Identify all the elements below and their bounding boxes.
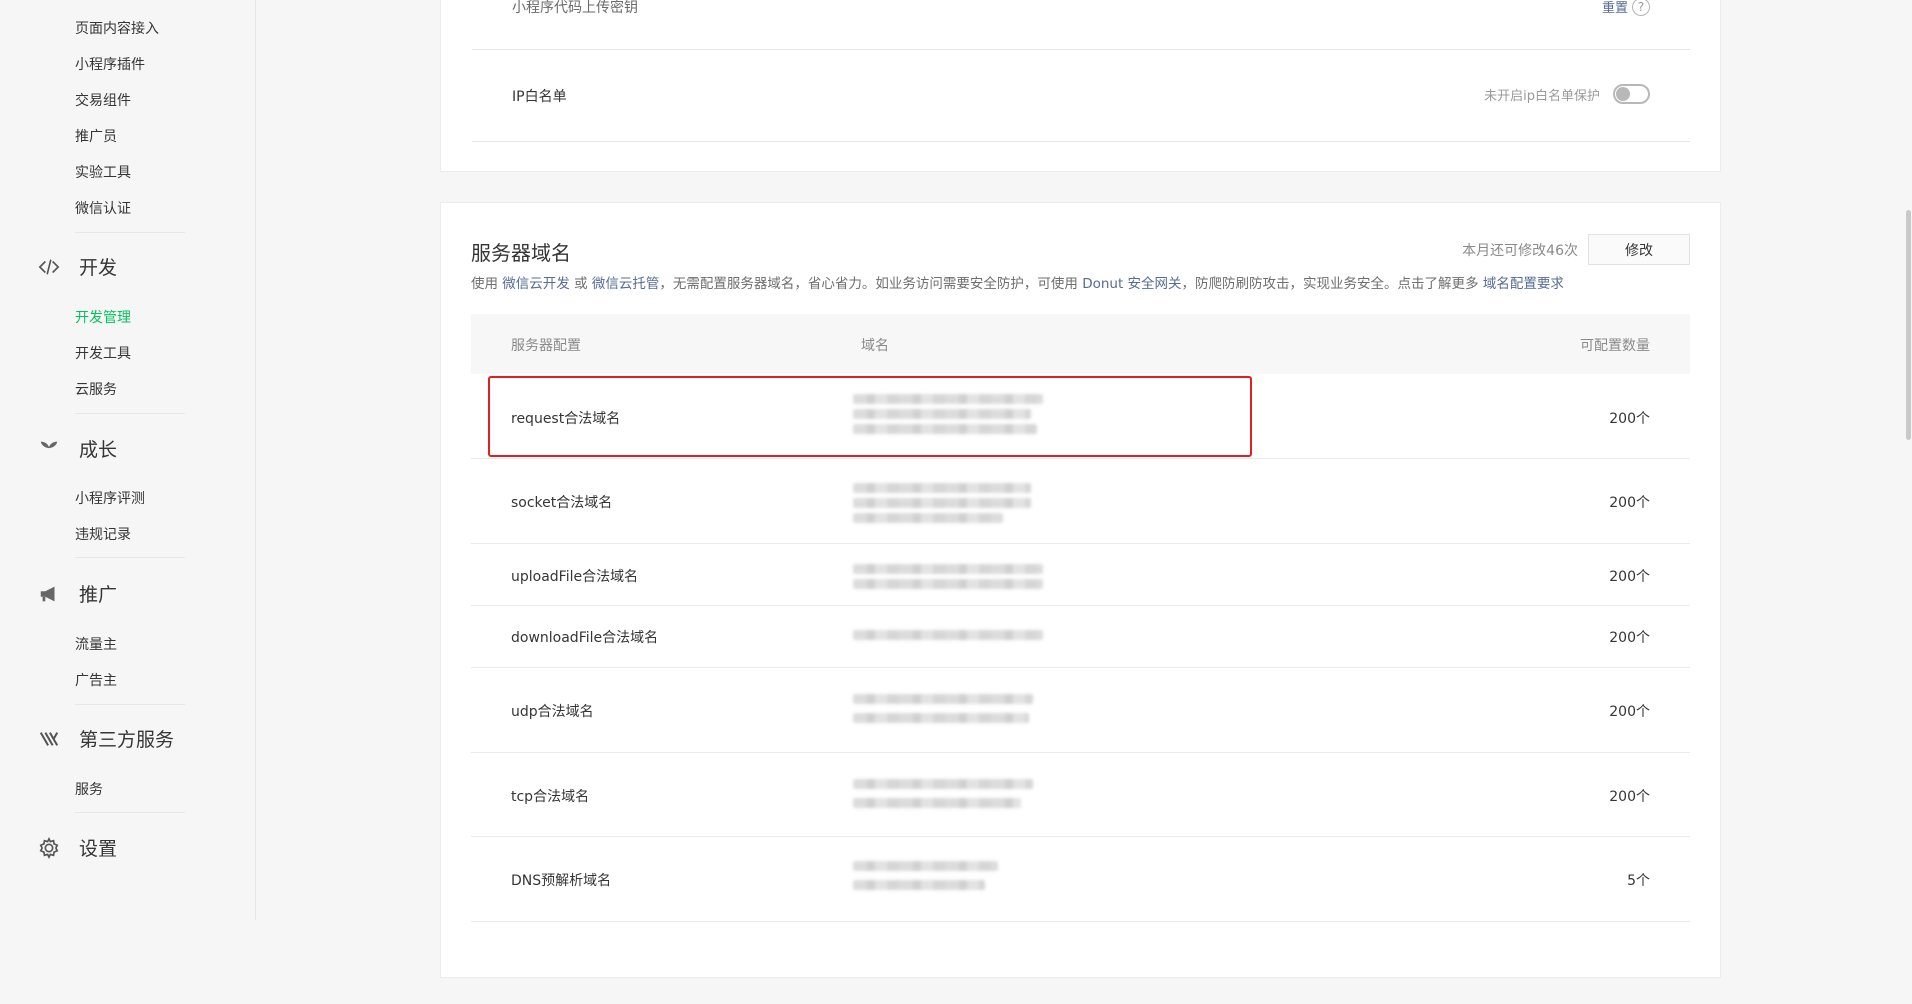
sidebar-item-evaluation[interactable]: 小程序评测 [75, 488, 145, 508]
ip-whitelist-status: 未开启ip白名单保护 [1484, 88, 1600, 104]
upload-key-label: 小程序代码上传密钥 [512, 0, 638, 16]
upload-key-row: 小程序代码上传密钥 重置 ? [472, 0, 1690, 50]
modify-button[interactable]: 修改 [1588, 234, 1690, 265]
column-header-count: 可配置数量 [1580, 338, 1650, 354]
megaphone-icon [36, 581, 62, 607]
ip-whitelist-label: IP白名单 [512, 89, 567, 105]
sidebar-group-growth[interactable]: 成长 [36, 435, 117, 462]
sidebar-group-label: 设置 [79, 838, 118, 860]
upload-key-actions: 重置 ? [1602, 0, 1650, 16]
domain-type: downloadFile合法域名 [511, 630, 659, 646]
donut-gateway-link[interactable]: Donut 安全网关 [1082, 276, 1181, 292]
desc-text: 或 [574, 276, 588, 292]
wechat-cloud-hosting-link[interactable]: 微信云托管 [592, 276, 660, 292]
domain-type: socket合法域名 [511, 495, 613, 511]
sidebar-item-experiment-tools[interactable]: 实验工具 [75, 162, 131, 182]
section-description: 使用 微信云开发 或 微信云托管，无需配置服务器域名，省心省力。如业务访问需要安… [471, 272, 1564, 292]
redacted-domain [853, 779, 1033, 813]
sidebar-item-traffic-owner[interactable]: 流量主 [75, 634, 117, 654]
sidebar-divider [75, 413, 185, 414]
sidebar-item-dev-tools[interactable]: 开发工具 [75, 343, 131, 363]
sidebar-item-services[interactable]: 服务 [75, 779, 103, 799]
reset-key-link[interactable]: 重置 [1602, 0, 1628, 16]
column-header-domain: 域名 [861, 338, 889, 354]
wechat-cloud-dev-link[interactable]: 微信云开发 [502, 276, 570, 292]
scrollbar-thumb[interactable] [1906, 210, 1911, 440]
table-row[interactable]: tcp合法域名 200个 [471, 753, 1690, 837]
domain-count: 200个 [1609, 411, 1650, 427]
sprout-icon [36, 436, 62, 462]
sidebar-group-label: 开发 [79, 257, 118, 279]
sidebar-item-dev-management[interactable]: 开发管理 [75, 307, 131, 327]
sidebar-divider [75, 232, 185, 233]
server-domain-card: 服务器域名 本月还可修改46次 修改 使用 微信云开发 或 微信云托管，无需配置… [440, 202, 1721, 978]
domain-type: udp合法域名 [511, 704, 594, 720]
column-header-config: 服务器配置 [511, 338, 581, 354]
sidebar-group-label: 推广 [79, 584, 118, 606]
ip-whitelist-toggle[interactable] [1613, 84, 1650, 104]
desc-text: ，无需配置服务器域名，省心省力。如业务访问需要安全防护，可使用 [659, 276, 1078, 292]
domain-count: 200个 [1609, 630, 1650, 646]
sidebar-group-promotion[interactable]: 推广 [36, 580, 117, 607]
sidebar-item-trade-components[interactable]: 交易组件 [75, 90, 131, 110]
domain-count: 200个 [1609, 569, 1650, 585]
sidebar-item-advertiser[interactable]: 广告主 [75, 670, 117, 690]
help-icon[interactable]: ? [1632, 0, 1650, 16]
redacted-domain [853, 483, 1031, 528]
redacted-domain [853, 564, 1043, 594]
code-icon [36, 254, 62, 280]
sidebar-group-label: 第三方服务 [79, 729, 175, 751]
sidebar-group-third-party[interactable]: 第三方服务 [36, 725, 174, 752]
redacted-domain [853, 694, 1033, 728]
section-title: 服务器域名 [471, 241, 571, 265]
third-party-icon [36, 726, 62, 752]
sidebar-divider [75, 704, 185, 705]
domain-type: tcp合法域名 [511, 789, 590, 805]
domain-type: request合法域名 [511, 411, 621, 427]
table-row[interactable]: uploadFile合法域名 200个 [471, 544, 1690, 606]
desc-text: ，防爬防刷防攻击，实现业务安全。点击了解更多 [1181, 276, 1479, 292]
sidebar-group-dev[interactable]: 开发 [36, 253, 117, 280]
sidebar-divider [75, 812, 185, 813]
table-row[interactable]: downloadFile合法域名 200个 [471, 606, 1690, 668]
ip-whitelist-row: IP白名单 未开启ip白名单保护 [472, 50, 1690, 142]
sidebar-divider [75, 557, 185, 558]
settings-card: 小程序代码上传密钥 重置 ? IP白名单 未开启ip白名单保护 [440, 0, 1721, 172]
table-row[interactable]: request合法域名 200个 [471, 374, 1690, 459]
sidebar-group-label: 成长 [79, 439, 118, 461]
domain-type: DNS预解析域名 [511, 873, 612, 889]
scrollbar[interactable] [1904, 0, 1912, 1004]
sidebar-item-page-content[interactable]: 页面内容接入 [75, 18, 159, 38]
domain-type: uploadFile合法域名 [511, 569, 639, 585]
sidebar-group-settings[interactable]: 设置 [36, 834, 117, 861]
domain-requirements-link[interactable]: 域名配置要求 [1483, 276, 1564, 292]
redacted-domain [853, 861, 998, 895]
redacted-domain [853, 394, 1043, 439]
gear-icon [36, 835, 62, 861]
modify-quota-text: 本月还可修改46次 [1462, 243, 1578, 259]
sidebar-item-wechat-verify[interactable]: 微信认证 [75, 198, 131, 218]
domain-table: 服务器配置 域名 可配置数量 request合法域名 200个 socket合法… [471, 314, 1690, 922]
domain-count: 200个 [1609, 789, 1650, 805]
desc-text: 使用 [471, 276, 498, 292]
table-row[interactable]: DNS预解析域名 5个 [471, 837, 1690, 922]
domain-count: 200个 [1609, 495, 1650, 511]
domain-count: 5个 [1627, 873, 1650, 889]
sidebar-item-violations[interactable]: 违规记录 [75, 524, 131, 544]
sidebar-item-cloud-service[interactable]: 云服务 [75, 379, 117, 399]
ip-whitelist-control: 未开启ip白名单保护 [1484, 84, 1650, 104]
redacted-domain [853, 630, 1043, 645]
sidebar: 页面内容接入 小程序插件 交易组件 推广员 实验工具 微信认证 开发 开发管理 … [0, 0, 256, 920]
table-header: 服务器配置 域名 可配置数量 [471, 314, 1690, 374]
domain-count: 200个 [1609, 704, 1650, 720]
table-row[interactable]: udp合法域名 200个 [471, 668, 1690, 753]
sidebar-item-plugins[interactable]: 小程序插件 [75, 54, 145, 74]
table-row[interactable]: socket合法域名 200个 [471, 459, 1690, 544]
sidebar-item-promoter[interactable]: 推广员 [75, 126, 117, 146]
